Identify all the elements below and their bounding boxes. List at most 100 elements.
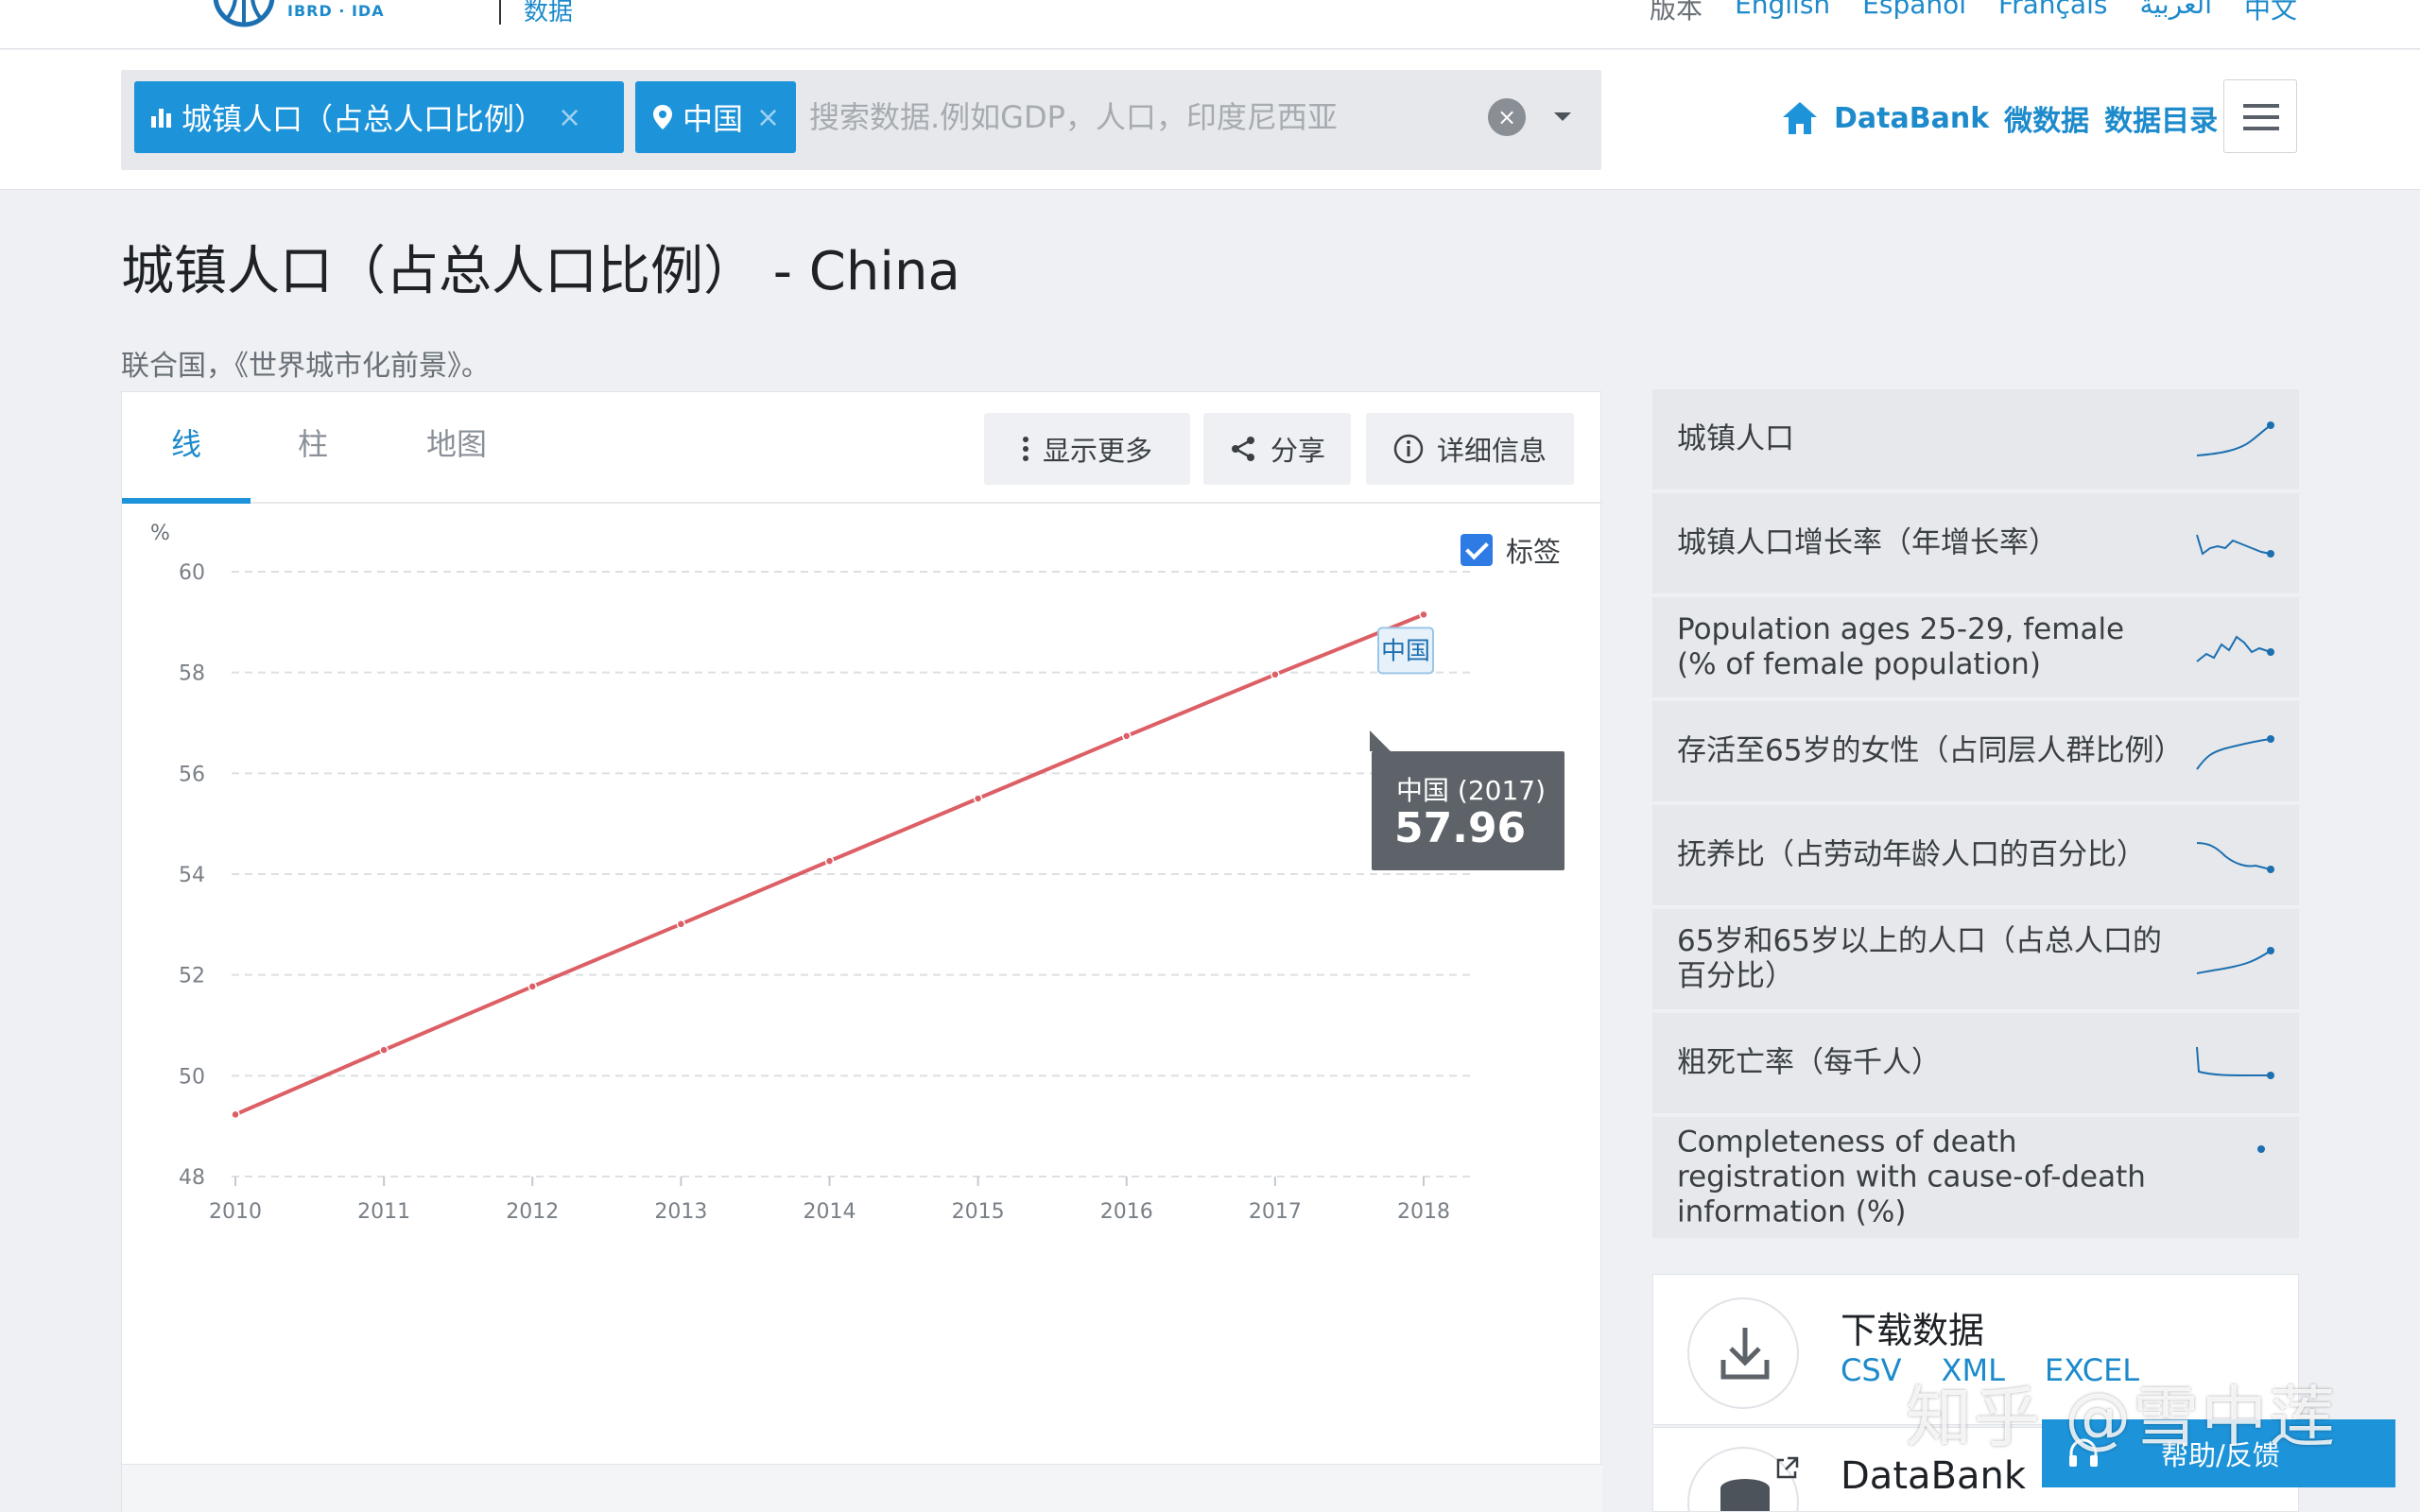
y-tick-label: 60 bbox=[179, 561, 205, 585]
data-point bbox=[231, 1109, 240, 1120]
show-more-button[interactable]: 显示更多 bbox=[984, 413, 1190, 485]
indicator-chip-label: 城镇人口（占总人口比例） bbox=[182, 101, 545, 137]
related-item[interactable]: 粗死亡率（每千人） bbox=[1652, 1013, 2299, 1113]
sparkline-icon bbox=[2196, 635, 2274, 662]
tab-map[interactable]: 地图 bbox=[426, 421, 487, 464]
y-tick-label: 56 bbox=[179, 763, 205, 786]
sparkline-icon bbox=[2257, 1145, 2265, 1153]
home-icon[interactable] bbox=[1781, 100, 1819, 136]
related-item-label: 65岁和65岁以上的人口（占总人口的百分比） bbox=[1677, 924, 2162, 993]
related-indicators: 城镇人口 城镇人口增长率（年增长率） Population ages 25-29… bbox=[1652, 389, 2299, 1242]
sparkline-icon bbox=[2196, 421, 2274, 456]
data-point bbox=[1419, 610, 1428, 620]
country-chip[interactable]: 中国 × bbox=[635, 81, 796, 153]
y-tick-label: 50 bbox=[179, 1065, 205, 1089]
series-label: 中国 bbox=[1381, 637, 1430, 665]
language-spanish[interactable]: Español bbox=[1862, 0, 1966, 26]
top-bar: IBRD · IDA 数据 版本 English Español Françai… bbox=[0, 0, 2420, 49]
search-input[interactable] bbox=[809, 81, 1471, 153]
y-axis-unit-label: % bbox=[150, 522, 170, 545]
share-label: 分享 bbox=[1270, 435, 1325, 467]
related-item[interactable]: 城镇人口 bbox=[1652, 389, 2299, 490]
x-tick-label: 2013 bbox=[654, 1200, 707, 1224]
related-item[interactable]: 抚养比（占劳动年龄人口的百分比） bbox=[1652, 805, 2299, 905]
x-tick-label: 2014 bbox=[804, 1200, 856, 1224]
x-tick-label: 2016 bbox=[1100, 1200, 1153, 1224]
databank-link[interactable]: DataBank bbox=[1834, 102, 1989, 135]
search-box: 城镇人口（占总人口比例） × 中国 × × bbox=[121, 70, 1601, 170]
search-header: 城镇人口（占总人口比例） × 中国 × × DataBank 微数据 数据目录 bbox=[0, 50, 2420, 190]
x-tick-label: 2010 bbox=[209, 1200, 262, 1224]
show-more-label: 显示更多 bbox=[1042, 435, 1152, 467]
related-item[interactable]: 存活至65岁的女性（占同层人群比例） bbox=[1652, 701, 2299, 801]
language-switcher: 版本 English Español Français العربية 中文 bbox=[1650, 0, 2297, 26]
tooltip-arrow bbox=[1370, 730, 1391, 751]
labels-toggle[interactable]: 标签 bbox=[1461, 530, 1561, 570]
download-csv-link[interactable]: CSV bbox=[1841, 1352, 1902, 1388]
related-item-label: Population ages 25-29, female (% of fema… bbox=[1677, 612, 2125, 681]
x-tick-label: 2011 bbox=[357, 1200, 410, 1224]
language-arabic[interactable]: العربية bbox=[2139, 0, 2212, 26]
details-button[interactable]: 详细信息 bbox=[1366, 413, 1574, 485]
x-tick-label: 2018 bbox=[1397, 1200, 1450, 1224]
related-item-label: 存活至65岁的女性（占同层人群比例） bbox=[1677, 733, 2184, 768]
related-item-label: 城镇人口增长率（年增长率） bbox=[1677, 525, 2058, 560]
chart-footer-strip bbox=[122, 1464, 1602, 1512]
chart-panel: 线 柱 地图 显示更多 分享 详细信息 % 48 50 52 54 56 58 60 2010 2… bbox=[121, 391, 1602, 1512]
logo-divider bbox=[499, 0, 501, 25]
databank-title: DataBank bbox=[1841, 1454, 2026, 1498]
tab-bar[interactable]: 柱 bbox=[298, 421, 328, 464]
data-point bbox=[527, 982, 537, 991]
section-link[interactable]: 数据 bbox=[524, 0, 573, 27]
country-chip-close-icon[interactable]: × bbox=[756, 101, 780, 134]
world-bank-logo-icon[interactable] bbox=[210, 0, 278, 30]
data-point bbox=[973, 794, 983, 803]
external-link-icon[interactable] bbox=[1774, 1456, 1799, 1481]
x-tick-label: 2012 bbox=[506, 1200, 559, 1224]
watermark: 知乎 @雪中莲 bbox=[1906, 1379, 2338, 1456]
bar-chart-icon bbox=[151, 109, 171, 128]
data-point bbox=[1122, 731, 1132, 741]
indicator-chip[interactable]: 城镇人口（占总人口比例） × bbox=[134, 81, 624, 153]
related-item[interactable]: 65岁和65岁以上的人口（占总人口的百分比） bbox=[1652, 909, 2299, 1009]
labels-checkbox[interactable] bbox=[1461, 534, 1493, 566]
language-french[interactable]: Français bbox=[1998, 0, 2107, 26]
details-label: 详细信息 bbox=[1436, 435, 1547, 467]
microdata-link[interactable]: 微数据 bbox=[2004, 97, 2089, 139]
data-point bbox=[1270, 670, 1280, 679]
data-tooltip: 中国 (2017) 57.96 bbox=[1370, 730, 1564, 870]
hamburger-menu-icon[interactable] bbox=[2223, 79, 2297, 153]
tab-line[interactable]: 线 bbox=[171, 421, 201, 464]
related-item-label: Completeness of death registration with … bbox=[1677, 1125, 2146, 1229]
share-button[interactable]: 分享 bbox=[1203, 413, 1351, 485]
sparkline-icon bbox=[2196, 1046, 2274, 1079]
chevron-down-icon[interactable] bbox=[1548, 102, 1577, 130]
indicator-chip-close-icon[interactable]: × bbox=[558, 101, 581, 134]
tooltip-value: 57.96 bbox=[1394, 804, 1527, 852]
language-chinese[interactable]: 中文 bbox=[2244, 0, 2297, 26]
language-label: 版本 bbox=[1650, 0, 1703, 25]
data-catalog-link[interactable]: 数据目录 bbox=[2104, 97, 2218, 139]
related-item[interactable]: Completeness of death registration with … bbox=[1652, 1117, 2299, 1238]
labels-toggle-label: 标签 bbox=[1506, 536, 1562, 568]
header-links: DataBank 微数据 数据目录 bbox=[1781, 97, 2218, 139]
clear-search-icon[interactable]: × bbox=[1488, 98, 1526, 136]
y-tick-label: 54 bbox=[179, 864, 205, 887]
related-item[interactable]: Population ages 25-29, female (% of fema… bbox=[1652, 597, 2299, 697]
related-item-label: 粗死亡率（每千人） bbox=[1677, 1045, 1941, 1080]
sparkline-icon bbox=[2196, 534, 2274, 558]
page-title: 城镇人口（占总人口比例） - China bbox=[121, 241, 960, 302]
sparkline-icon bbox=[2196, 947, 2274, 974]
related-item-label: 抚养比（占劳动年龄人口的百分比） bbox=[1677, 837, 2146, 872]
download-icon[interactable] bbox=[1687, 1297, 1799, 1409]
y-tick-label: 48 bbox=[179, 1166, 205, 1190]
share-icon bbox=[1231, 437, 1254, 461]
related-item[interactable]: 城镇人口增长率（年增长率） bbox=[1652, 493, 2299, 593]
data-point bbox=[676, 919, 686, 929]
language-english[interactable]: English bbox=[1735, 0, 1830, 26]
chart-tabs: 线 柱 地图 显示更多 分享 详细信息 bbox=[122, 392, 1602, 504]
download-title: 下载数据 bbox=[1841, 1310, 1985, 1351]
x-tick-label: 2017 bbox=[1249, 1200, 1302, 1224]
logo-text: IBRD · IDA bbox=[287, 2, 385, 20]
related-item-label: 城镇人口 bbox=[1677, 421, 1794, 456]
